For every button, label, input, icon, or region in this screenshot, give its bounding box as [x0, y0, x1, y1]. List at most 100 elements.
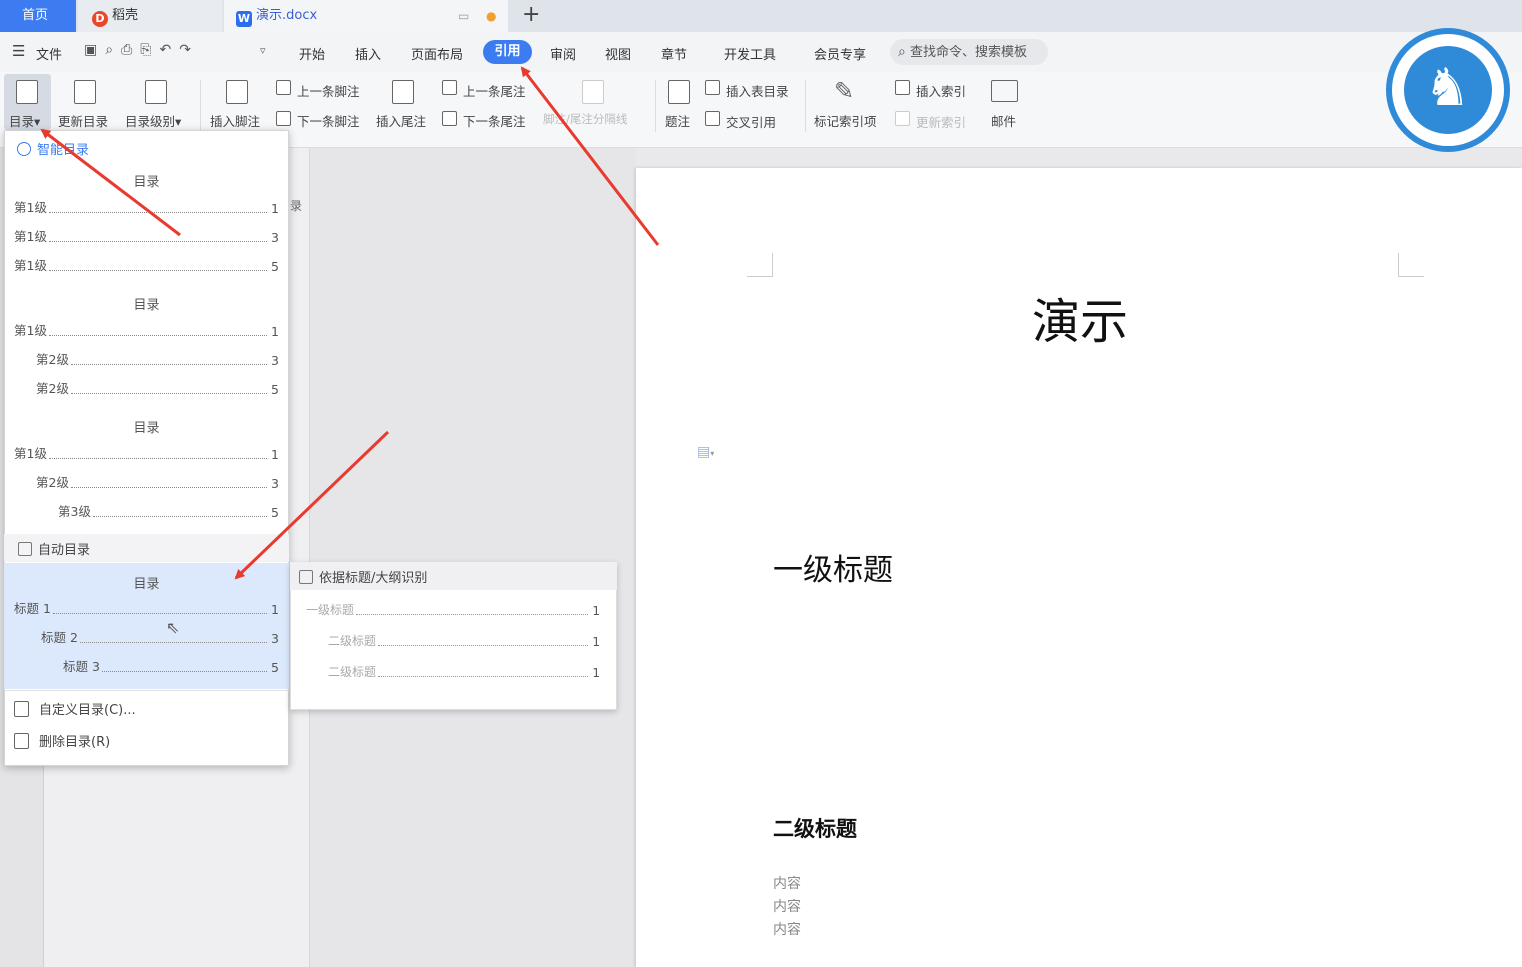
auto-toc-entry-page: 1 — [271, 602, 279, 617]
prev-endnote-icon — [442, 80, 457, 95]
insert-endnote-button[interactable]: 插入尾注 — [376, 111, 426, 130]
mark-index-icon: ✎ — [834, 77, 855, 105]
ribbon-separator — [200, 80, 201, 132]
toc-button[interactable]: 目录▾ — [9, 111, 40, 130]
toc-icon — [16, 80, 38, 104]
unsaved-dot-icon: ● — [486, 9, 497, 23]
outline-toc-entry-page: 1 — [592, 604, 600, 618]
insert-index-button[interactable]: 插入索引 — [916, 81, 966, 100]
toc-level-icon — [145, 80, 167, 104]
menu-references[interactable]: 引用 — [483, 40, 532, 64]
tab-document-label: 演示.docx — [256, 8, 318, 23]
next-footnote-icon — [276, 111, 291, 126]
hamburger-icon[interactable]: ☰ — [12, 42, 25, 60]
auto-toc-entry: 标题 2 3 — [41, 630, 279, 646]
toc-entry-leader — [48, 241, 267, 242]
insert-index-icon — [895, 80, 910, 95]
menu-file[interactable]: 文件 — [36, 44, 62, 63]
caption-button[interactable]: 题注 — [665, 111, 690, 130]
auto-toc-entry-label: 标题 3 — [63, 659, 100, 674]
auto-toc-header: 自动目录 — [18, 539, 90, 558]
auto-toc-entry-leader — [79, 642, 267, 643]
toc-entry-leader — [70, 487, 267, 488]
table-of-figures-icon — [705, 80, 720, 95]
insert-endnote-icon — [392, 80, 414, 104]
auto-toc-entry-label: 标题 2 — [41, 630, 78, 645]
outline-toc-entry: 一级标题 1 — [306, 602, 600, 618]
outline-toc-entry-page: 1 — [592, 635, 600, 649]
footnote-separator-button[interactable]: 脚注/尾注分隔线 — [543, 111, 627, 127]
next-endnote-icon — [442, 111, 457, 126]
toc-entry-page: 1 — [271, 447, 279, 462]
word-doc-icon: W — [236, 11, 252, 27]
toc-entry-label: 第1级 — [14, 258, 47, 273]
document-title[interactable]: 演示 — [1032, 282, 1128, 352]
outline-toc-entry-label: 一级标题 — [306, 603, 355, 617]
cross-reference-button[interactable]: 交叉引用 — [726, 112, 776, 131]
smart-toc-header: 智能目录 — [17, 139, 89, 158]
tab-document[interactable]: W 演示.docx ▭ ● — [224, 0, 508, 32]
document-heading-2[interactable]: 二级标题 — [773, 813, 857, 843]
menu-review[interactable]: 审阅 — [550, 44, 576, 63]
insert-footnote-button[interactable]: 插入脚注 — [210, 111, 260, 130]
toc-entry-leader — [92, 516, 267, 517]
mail-icon — [991, 80, 1018, 102]
toc-level-button[interactable]: 目录级别▾ — [125, 111, 181, 130]
toc-entry-leader — [48, 270, 267, 271]
tab-shell[interactable]: D 稻壳 — [78, 0, 222, 32]
outline-toc-entry: 二级标题 1 — [328, 633, 600, 649]
toc-entry: 第1级 1 — [14, 323, 279, 339]
mail-button[interactable]: 邮件 — [991, 111, 1016, 130]
toc-entry-page: 5 — [271, 382, 279, 397]
menu-membership[interactable]: 会员专享 — [814, 44, 866, 63]
menu-insert[interactable]: 插入 — [355, 44, 381, 63]
update-index-button[interactable]: 更新索引 — [916, 112, 966, 131]
tab-home[interactable]: 首页 — [0, 0, 76, 32]
command-search[interactable]: ⌕ 查找命令、搜索模板 — [890, 39, 1048, 65]
toc-entry: 第1级 1 — [14, 446, 279, 462]
ribbon-separator — [805, 80, 806, 132]
menu-chapter[interactable]: 章节 — [661, 44, 687, 63]
toc-entry: 第3级 5 — [58, 504, 279, 520]
customize-quick-access-icon[interactable]: ▿ — [260, 44, 266, 57]
document-content-line[interactable]: 内容 — [773, 896, 801, 916]
toc-entry-label: 第2级 — [36, 352, 69, 367]
paragraph-handle-icon[interactable]: ▤▾ — [697, 444, 714, 460]
next-endnote-button[interactable]: 下一条尾注 — [463, 111, 526, 130]
mouse-cursor-icon: ⇖ — [166, 618, 180, 637]
toc-entry-leader — [48, 212, 267, 213]
outline-toc-entry-page: 1 — [592, 666, 600, 680]
page-margin-corner — [1398, 253, 1424, 277]
mark-index-entry-button[interactable]: 标记索引项 — [814, 111, 877, 130]
insert-table-of-figures-button[interactable]: 插入表目录 — [726, 81, 789, 100]
quick-access-icons[interactable]: ▣⌕⎙⎘↶↷ — [84, 42, 199, 58]
insert-footnote-icon — [226, 80, 248, 104]
menu-developer[interactable]: 开发工具 — [724, 44, 776, 63]
toc-entry-page: 5 — [271, 259, 279, 274]
menu-page-layout[interactable]: 页面布局 — [411, 44, 463, 63]
delete-toc-command[interactable]: 删除目录(R) — [14, 731, 110, 750]
search-placeholder: 查找命令、搜索模板 — [909, 45, 1027, 60]
update-index-icon — [895, 111, 910, 126]
document-content-line[interactable]: 内容 — [773, 919, 801, 939]
toc-entry-label: 第1级 — [14, 200, 47, 215]
document-heading-1[interactable]: 一级标题 — [773, 545, 893, 589]
prev-footnote-button[interactable]: 上一条脚注 — [297, 81, 360, 100]
toc-entry-page: 3 — [271, 230, 279, 245]
delete-toc-icon — [14, 733, 29, 749]
prev-endnote-button[interactable]: 上一条尾注 — [463, 81, 526, 100]
update-toc-button[interactable]: 更新目录 — [58, 111, 108, 130]
toc-entry-page: 3 — [271, 476, 279, 491]
menu-view[interactable]: 视图 — [605, 44, 631, 63]
search-icon: ⌕ — [898, 44, 906, 60]
custom-toc-command[interactable]: 自定义目录(C)... — [14, 699, 136, 718]
monitor-icon[interactable]: ▭ — [458, 0, 469, 32]
menu-home[interactable]: 开始 — [299, 44, 325, 63]
custom-toc-icon — [14, 701, 29, 717]
document-content-line[interactable]: 内容 — [773, 873, 801, 893]
auto-toc-entry: 标题 3 5 — [63, 659, 279, 675]
nav-pane-text: 录 — [290, 199, 303, 213]
next-footnote-button[interactable]: 下一条脚注 — [297, 111, 360, 130]
new-tab-plus-icon[interactable]: + — [522, 2, 540, 27]
toc-entry-label: 第1级 — [14, 446, 47, 461]
